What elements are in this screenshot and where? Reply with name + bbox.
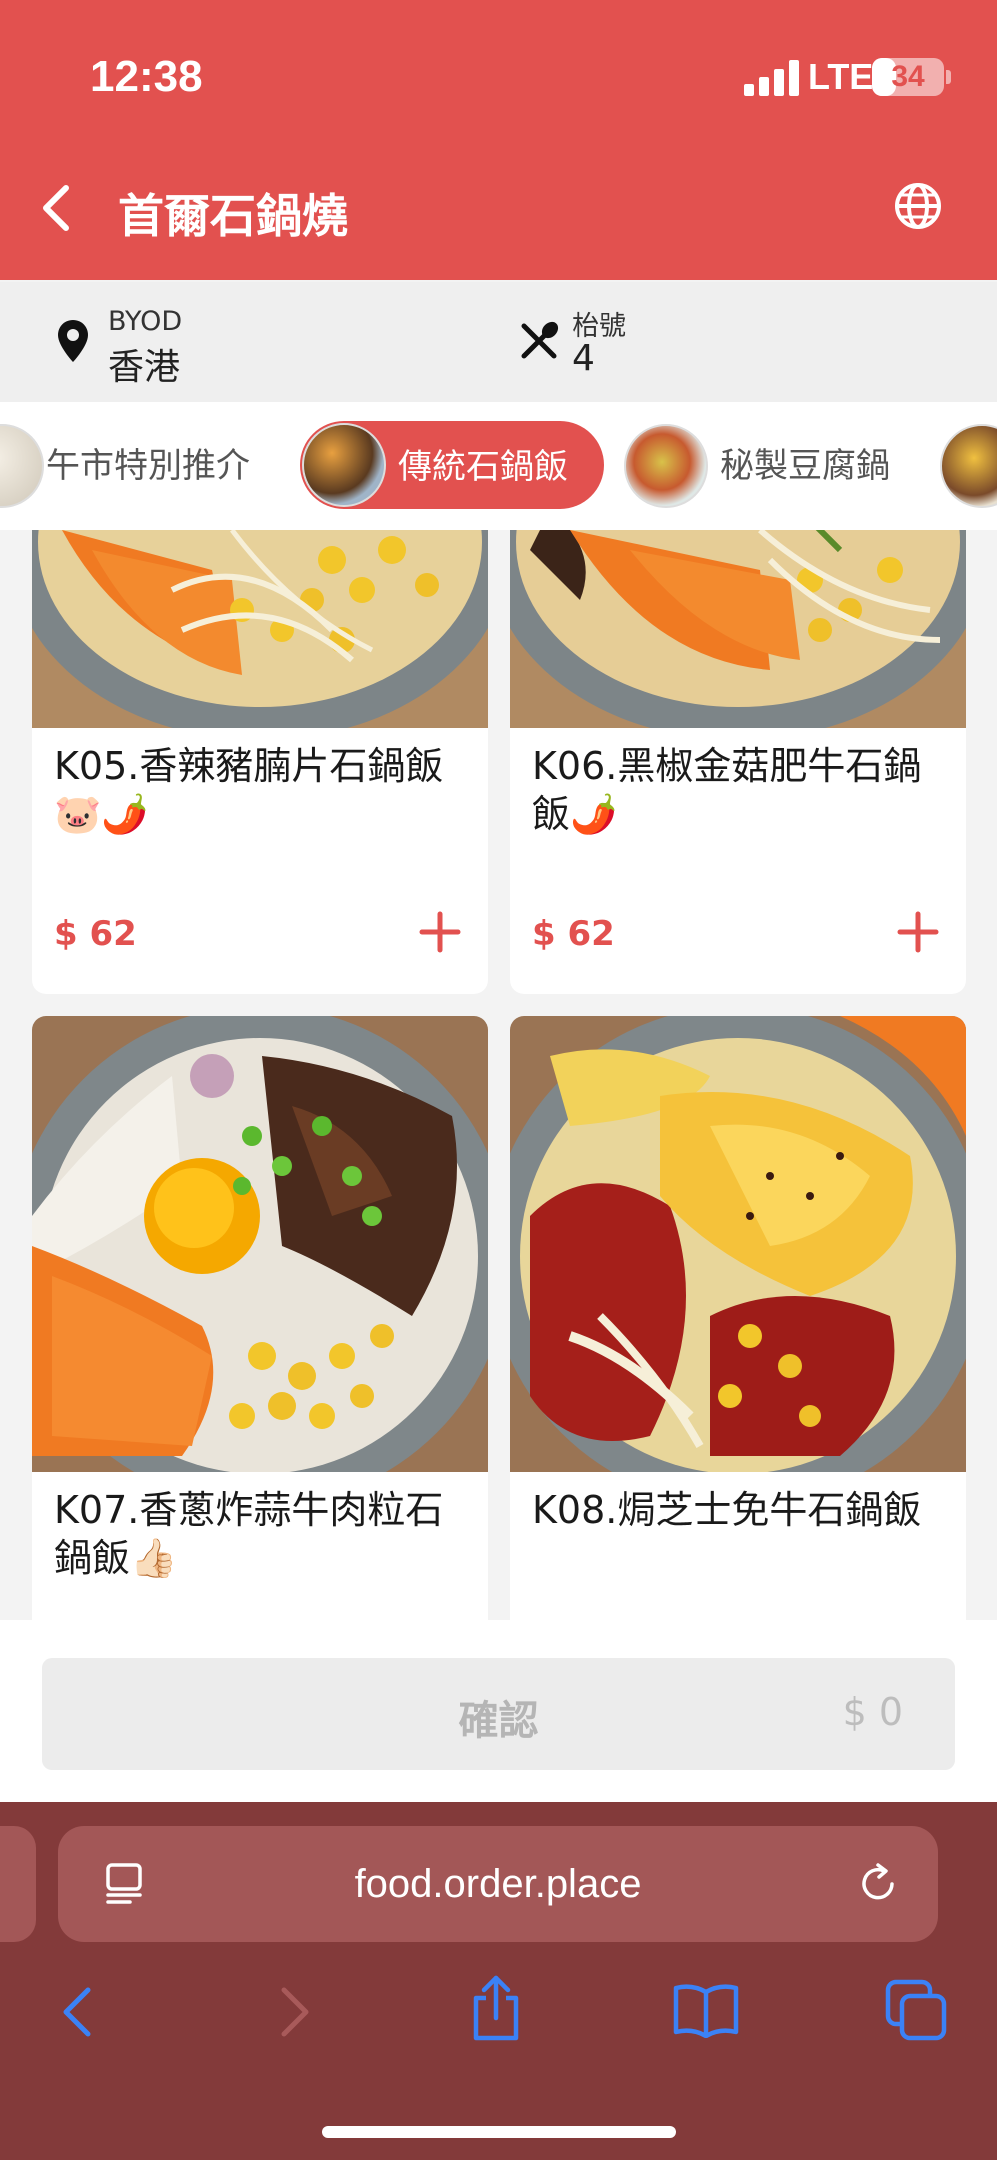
item-price: $ 62 bbox=[532, 914, 615, 954]
menu-grid: K05.香辣豬腩片石鍋飯🐷🌶️ $ 62 K06.黑椒金菇肥牛石鍋飯🌶️ $ 6… bbox=[0, 530, 997, 1620]
category-thumb-stone-pot bbox=[302, 423, 386, 507]
forward-nav-icon[interactable] bbox=[274, 1984, 314, 2040]
food-photo bbox=[32, 530, 488, 728]
battery-icon: 34 bbox=[872, 58, 944, 96]
address-bar[interactable]: food.order.place bbox=[58, 1826, 938, 1942]
reader-icon[interactable] bbox=[104, 1862, 144, 1906]
battery-percent: 34 bbox=[891, 60, 925, 93]
home-indicator bbox=[322, 2126, 676, 2138]
tab-stone-pot-rice[interactable]: 傳統石鍋飯 bbox=[300, 421, 604, 509]
item-name: K06.黑椒金菇肥牛石鍋飯🌶️ bbox=[532, 744, 922, 836]
confirm-button[interactable]: 確認 $ 0 bbox=[42, 1658, 955, 1770]
food-photo bbox=[510, 1016, 966, 1472]
url-text: food.order.place bbox=[354, 1862, 642, 1906]
network-type: LTE bbox=[808, 56, 874, 97]
confirm-label: 確認 bbox=[458, 1698, 539, 1744]
menu-item-card[interactable]: K07.香蔥炸蒜牛肉粒石鍋飯👍🏻 bbox=[32, 1016, 488, 1620]
item-name: K05.香辣豬腩片石鍋飯🐷🌶️ bbox=[54, 744, 444, 836]
back-nav-icon[interactable] bbox=[58, 1984, 98, 2040]
item-name: K08.焗芝士免牛石鍋飯 bbox=[532, 1488, 922, 1532]
food-photo bbox=[32, 1016, 488, 1472]
utensils-icon bbox=[521, 321, 559, 359]
status-time: 12:38 bbox=[90, 52, 203, 101]
battery-tip bbox=[946, 70, 951, 84]
globe-icon[interactable] bbox=[892, 180, 944, 232]
order-total: $ 0 bbox=[842, 1690, 903, 1734]
food-photo bbox=[510, 530, 966, 728]
tab-stone-pot-label: 傳統石鍋飯 bbox=[398, 447, 568, 487]
menu-item-card[interactable]: K06.黑椒金菇肥牛石鍋飯🌶️ $ 62 bbox=[510, 530, 966, 994]
location-value: 香港 bbox=[108, 347, 181, 388]
plus-icon[interactable] bbox=[894, 908, 942, 956]
back-icon[interactable] bbox=[30, 180, 86, 236]
plus-icon[interactable] bbox=[416, 908, 464, 956]
item-price: $ 62 bbox=[54, 914, 137, 954]
page-title: 首爾石鍋燒 bbox=[118, 189, 348, 243]
bookmarks-icon[interactable] bbox=[672, 1982, 740, 2038]
signal-icon bbox=[744, 60, 800, 96]
reload-icon[interactable] bbox=[856, 1862, 900, 1906]
table-value: 4 bbox=[572, 338, 595, 379]
tab-lunch-special[interactable]: 午市特別推介 bbox=[46, 438, 250, 487]
pin-icon bbox=[58, 320, 88, 362]
tab-tofu-pot[interactable]: 秘製豆腐鍋 bbox=[720, 438, 890, 487]
category-thumb-tofu[interactable] bbox=[624, 424, 708, 508]
location-label: BYOD bbox=[108, 306, 183, 337]
menu-item-card[interactable]: K05.香辣豬腩片石鍋飯🐷🌶️ $ 62 bbox=[32, 530, 488, 994]
menu-item-card[interactable]: K08.焗芝士免牛石鍋飯 bbox=[510, 1016, 966, 1620]
item-name: K07.香蔥炸蒜牛肉粒石鍋飯👍🏻 bbox=[54, 1488, 444, 1580]
tabs-icon[interactable] bbox=[884, 1978, 948, 2042]
previous-tab-preview[interactable] bbox=[0, 1826, 36, 1942]
share-icon[interactable] bbox=[468, 1974, 524, 2042]
